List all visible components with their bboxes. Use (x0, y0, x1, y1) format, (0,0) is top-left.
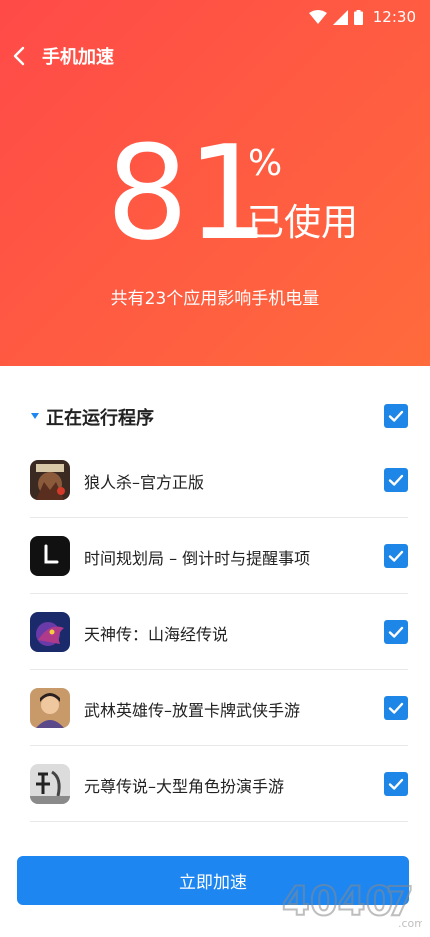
app-checkbox[interactable] (384, 620, 408, 644)
checkmark-icon (388, 778, 404, 790)
svg-text:.com: .com (398, 917, 422, 930)
nav-bar: 手机加速 (0, 40, 430, 72)
usage-subtitle: 共有23个应用影响手机电量 (110, 289, 320, 309)
app-row[interactable]: 武林英雄传–放置卡牌武侠手游 (0, 670, 430, 746)
app-name: 狼人杀–官方正版 (84, 473, 205, 492)
select-all-checkbox[interactable] (384, 404, 408, 428)
app-checkbox[interactable] (384, 468, 408, 492)
app-name: 元尊传说–大型角色扮演手游 (84, 777, 285, 796)
checkmark-icon (388, 474, 404, 486)
app-list: 狼人杀–官方正版 时间规划局 – 倒计时与提醒事项 天神传：山海经传说 武林英雄… (0, 442, 430, 822)
app-checkbox[interactable] (384, 772, 408, 796)
app-row[interactable]: 狼人杀–官方正版 (0, 442, 430, 518)
app-row[interactable]: 天神传：山海经传说 (0, 594, 430, 670)
row-divider (30, 821, 408, 822)
running-apps-header: 正在运行程序 (0, 398, 430, 434)
app-name: 武林英雄传–放置卡牌武侠手游 (84, 701, 301, 720)
status-bar: 12:30 (0, 0, 430, 34)
checkmark-icon (388, 702, 404, 714)
watermark-logo: 4040 7 .com (281, 875, 425, 931)
martial-hero-icon (30, 688, 70, 728)
back-arrow-icon[interactable] (8, 44, 32, 68)
app-name: 天神传：山海经传说 (84, 625, 229, 644)
status-time: 12:30 (372, 8, 416, 26)
wifi-icon (308, 10, 327, 24)
app-name: 时间规划局 – 倒计时与提醒事项 (84, 549, 311, 568)
hero-header: 12:30 手机加速 81 % 已使用 共有23个应用影响手机电量 (0, 0, 430, 366)
section-title: 正在运行程序 (46, 408, 154, 429)
dragon-game-icon (30, 612, 70, 652)
app-row[interactable]: 时间规划局 – 倒计时与提醒事项 (0, 518, 430, 594)
signal-icon (332, 9, 348, 25)
clock-app-icon (30, 536, 70, 576)
page-title: 手机加速 (42, 47, 114, 68)
werewolf-game-icon (30, 460, 70, 500)
checkmark-icon (388, 626, 404, 638)
app-checkbox[interactable] (384, 544, 408, 568)
svg-text:4040: 4040 (282, 879, 393, 925)
usage-label: 已使用 (247, 201, 358, 244)
battery-icon (353, 9, 363, 25)
usage-percent-value: 81 (106, 117, 269, 269)
caret-down-icon[interactable] (30, 411, 40, 421)
yuanzun-game-icon (30, 764, 70, 804)
app-checkbox[interactable] (384, 696, 408, 720)
checkmark-icon (388, 410, 404, 422)
status-icons: 12:30 (308, 7, 416, 27)
checkmark-icon (388, 550, 404, 562)
usage-percent-unit: % (248, 143, 283, 184)
app-row[interactable]: 元尊传说–大型角色扮演手游 (0, 746, 430, 822)
